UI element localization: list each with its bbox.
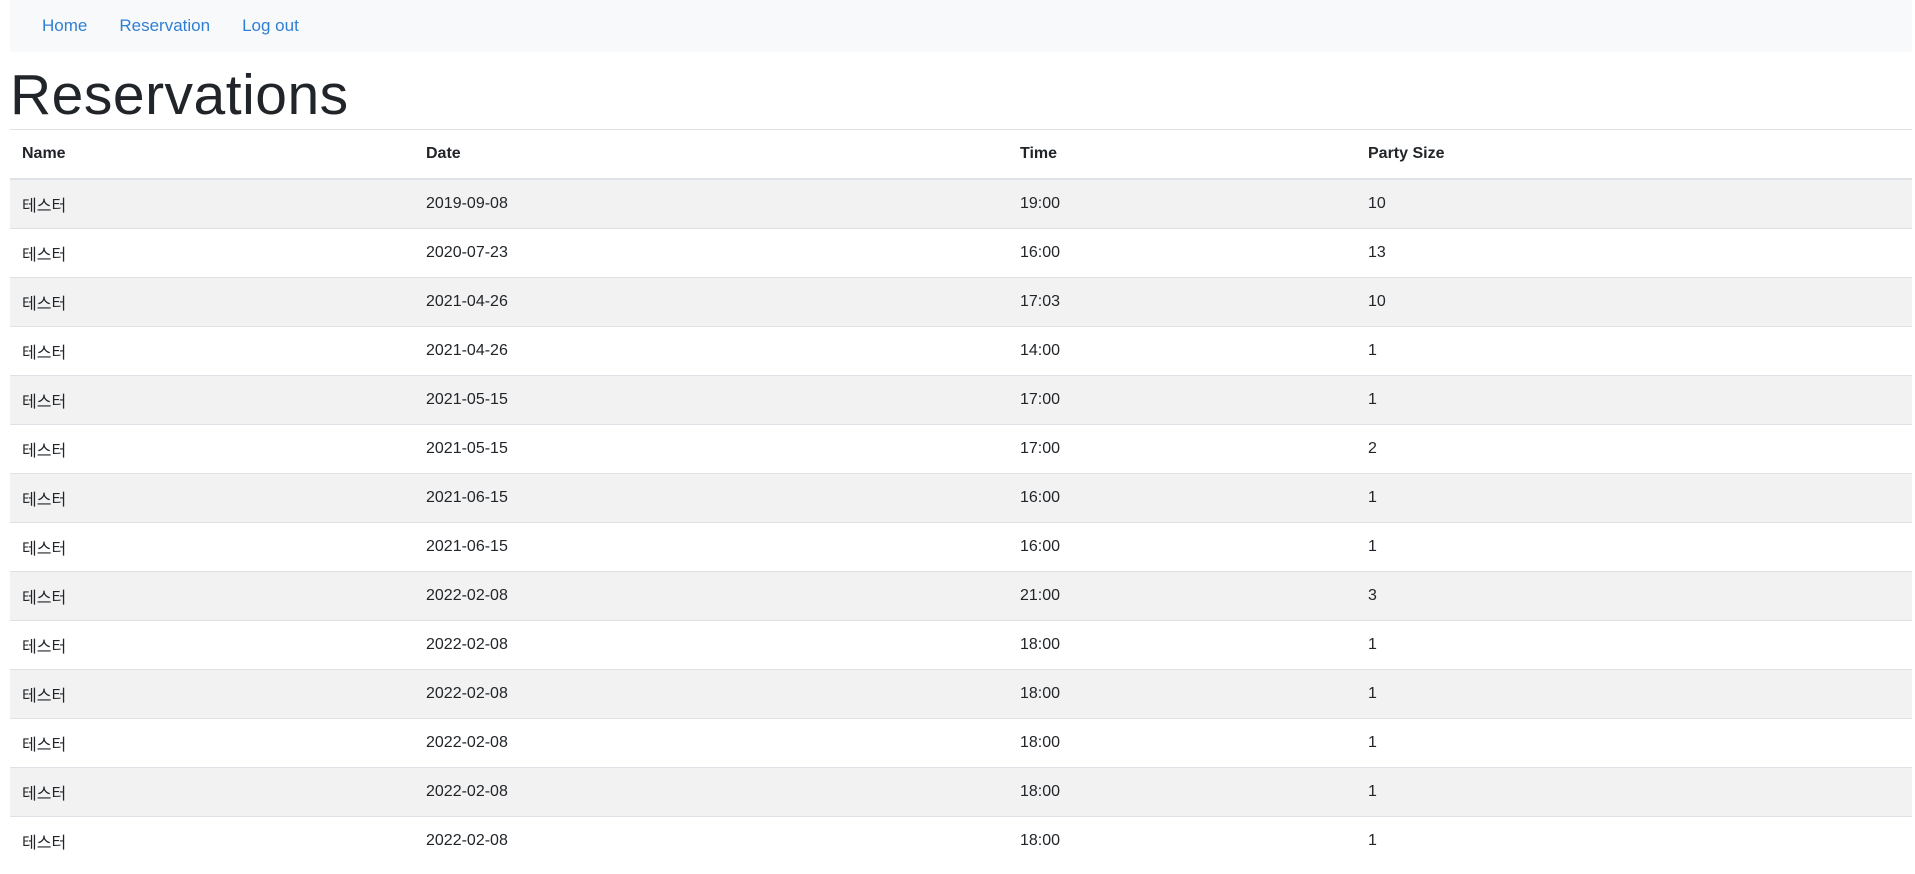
- cell-party-size: 1: [1356, 326, 1912, 376]
- cell-time: 18:00: [1008, 767, 1356, 817]
- page: Home Reservation Log out Reservations Na…: [10, 0, 1912, 865]
- cell-time: 19:00: [1008, 178, 1356, 229]
- table-row: 테스터 2021-05-15 17:00 2: [10, 424, 1912, 474]
- cell-name: 테스터: [10, 277, 414, 327]
- cell-time: 17:03: [1008, 277, 1356, 327]
- cell-time: 21:00: [1008, 571, 1356, 621]
- table-row: 테스터 2021-04-26 17:03 10: [10, 277, 1912, 327]
- table-row: 테스터 2022-02-08 18:00 1: [10, 767, 1912, 817]
- cell-name: 테스터: [10, 522, 414, 572]
- cell-party-size: 1: [1356, 473, 1912, 523]
- page-title: Reservations: [10, 63, 349, 127]
- cell-date: 2022-02-08: [414, 669, 1008, 719]
- nav-link-logout[interactable]: Log out: [242, 16, 299, 36]
- cell-party-size: 1: [1356, 375, 1912, 425]
- cell-time: 18:00: [1008, 816, 1356, 865]
- cell-date: 2022-02-08: [414, 816, 1008, 865]
- cell-time: 18:00: [1008, 620, 1356, 670]
- cell-date: 2021-04-26: [414, 326, 1008, 376]
- column-header-time: Time: [1008, 129, 1356, 180]
- reservations-table: Name Date Time Party Size 테스터 2019-09-08 1…: [10, 129, 1912, 865]
- nav-link-reservation[interactable]: Reservation: [119, 16, 210, 36]
- cell-time: 17:00: [1008, 375, 1356, 425]
- cell-party-size: 10: [1356, 277, 1912, 327]
- cell-date: 2019-09-08: [414, 178, 1008, 229]
- cell-name: 테스터: [10, 571, 414, 621]
- cell-name: 테스터: [10, 669, 414, 719]
- cell-party-size: 1: [1356, 718, 1912, 768]
- table-row: 테스터 2021-05-15 17:00 1: [10, 375, 1912, 425]
- cell-name: 테스터: [10, 816, 414, 865]
- cell-party-size: 1: [1356, 669, 1912, 719]
- table-header: Name Date Time Party Size: [10, 129, 1912, 180]
- table-row: 테스터 2021-06-15 16:00 1: [10, 522, 1912, 572]
- cell-name: 테스터: [10, 326, 414, 376]
- table-row: 테스터 2022-02-08 18:00 1: [10, 669, 1912, 719]
- cell-time: 18:00: [1008, 718, 1356, 768]
- cell-name: 테스터: [10, 473, 414, 523]
- cell-time: 16:00: [1008, 473, 1356, 523]
- cell-date: 2021-05-15: [414, 424, 1008, 474]
- cell-date: 2021-06-15: [414, 522, 1008, 572]
- column-header-party-size: Party Size: [1356, 129, 1912, 180]
- cell-date: 2022-02-08: [414, 718, 1008, 768]
- cell-name: 테스터: [10, 620, 414, 670]
- cell-date: 2021-06-15: [414, 473, 1008, 523]
- cell-date: 2022-02-08: [414, 767, 1008, 817]
- cell-date: 2022-02-08: [414, 571, 1008, 621]
- table-row: 테스터 2019-09-08 19:00 10: [10, 178, 1912, 229]
- cell-time: 14:00: [1008, 326, 1356, 376]
- cell-party-size: 10: [1356, 178, 1912, 229]
- table-row: 테스터 2021-04-26 14:00 1: [10, 326, 1912, 376]
- cell-time: 17:00: [1008, 424, 1356, 474]
- cell-time: 18:00: [1008, 669, 1356, 719]
- cell-party-size: 13: [1356, 228, 1912, 278]
- table-row: 테스터 2022-02-08 18:00 1: [10, 816, 1912, 865]
- cell-time: 16:00: [1008, 228, 1356, 278]
- nav-link-home[interactable]: Home: [42, 16, 87, 36]
- table-row: 테스터 2022-02-08 21:00 3: [10, 571, 1912, 621]
- cell-party-size: 1: [1356, 767, 1912, 817]
- cell-party-size: 3: [1356, 571, 1912, 621]
- cell-name: 테스터: [10, 178, 414, 229]
- cell-name: 테스터: [10, 718, 414, 768]
- table-body: 테스터 2019-09-08 19:00 10 테스터 2020-07-23 16:00 13…: [10, 178, 1912, 865]
- cell-date: 2020-07-23: [414, 228, 1008, 278]
- cell-date: 2022-02-08: [414, 620, 1008, 670]
- cell-date: 2021-04-26: [414, 277, 1008, 327]
- cell-party-size: 1: [1356, 620, 1912, 670]
- table-row: 테스터 2022-02-08 18:00 1: [10, 620, 1912, 670]
- cell-time: 16:00: [1008, 522, 1356, 572]
- table-row: 테스터 2022-02-08 18:00 1: [10, 718, 1912, 768]
- cell-party-size: 1: [1356, 816, 1912, 865]
- cell-party-size: 1: [1356, 522, 1912, 572]
- navbar: Home Reservation Log out: [10, 0, 1912, 52]
- cell-name: 테스터: [10, 228, 414, 278]
- cell-name: 테스터: [10, 375, 414, 425]
- header-row: Name Date Time Party Size: [10, 129, 1912, 180]
- cell-date: 2021-05-15: [414, 375, 1008, 425]
- column-header-date: Date: [414, 129, 1008, 180]
- table-row: 테스터 2021-06-15 16:00 1: [10, 473, 1912, 523]
- cell-name: 테스터: [10, 424, 414, 474]
- table-row: 테스터 2020-07-23 16:00 13: [10, 228, 1912, 278]
- column-header-name: Name: [10, 129, 414, 180]
- cell-name: 테스터: [10, 767, 414, 817]
- cell-party-size: 2: [1356, 424, 1912, 474]
